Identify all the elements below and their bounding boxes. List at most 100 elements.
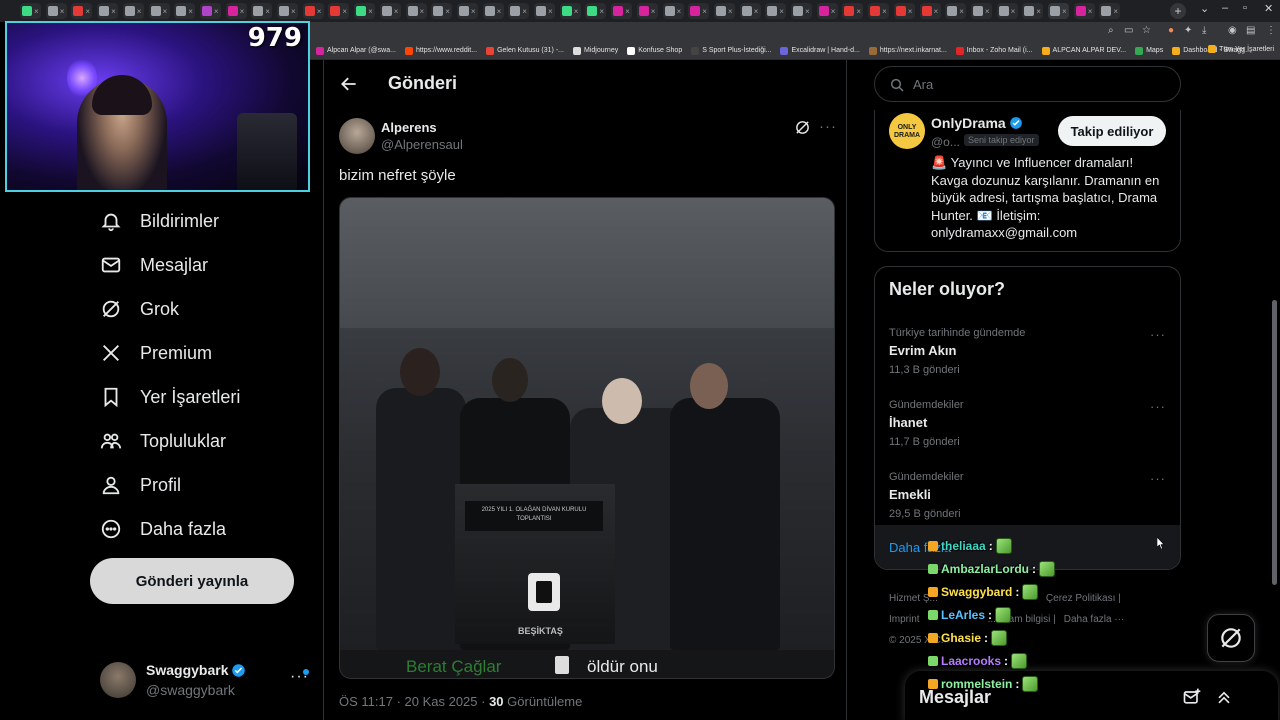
more-icon[interactable]: ··· [1150,327,1166,342]
close-tab-icon[interactable]: × [1062,7,1067,16]
browser-tab[interactable]: × [482,3,504,19]
extensions-icon[interactable]: ✦ [1184,25,1192,36]
browser-tab[interactable]: × [893,3,915,19]
zoom-icon[interactable]: ⌕ [1108,25,1114,36]
browser-tab[interactable]: × [1073,3,1095,19]
nav-item-profile[interactable]: Profil [100,470,181,500]
browser-tab[interactable]: × [122,3,144,19]
post-author-avatar[interactable] [339,118,375,154]
close-tab-icon[interactable]: × [265,7,270,16]
browser-tab[interactable]: × [842,3,864,19]
close-tab-icon[interactable]: × [599,7,604,16]
browser-tab[interactable]: × [765,3,787,19]
close-tab-icon[interactable]: × [908,7,913,16]
browser-tab[interactable]: × [636,3,658,19]
browser-tab[interactable]: × [97,3,119,19]
close-tab-icon[interactable]: × [291,7,296,16]
close-tab-icon[interactable]: × [959,7,964,16]
close-tab-icon[interactable]: × [882,7,887,16]
close-tab-icon[interactable]: × [1036,7,1041,16]
search-input[interactable] [913,67,1173,101]
bookmark[interactable]: Excalidraw | Hand-d... [780,46,860,55]
close-tab-icon[interactable]: × [163,7,168,16]
close-tab-icon[interactable]: × [1011,7,1016,16]
bookmark[interactable]: Gelen Kutusu (31) -... [486,46,564,55]
browser-tab[interactable]: × [71,3,93,19]
browser-tab[interactable]: × [225,3,247,19]
close-tab-icon[interactable]: × [522,7,527,16]
trend-item[interactable]: Türkiye tarihinde gündemde Evrim Akın 11… [875,327,1180,397]
downloads-icon[interactable]: ⤓ [1202,25,1206,36]
browser-menu-icon[interactable]: ⋮ [1266,25,1276,36]
bookmark[interactable]: Midjourney [572,46,618,55]
browser-tab[interactable]: × [713,3,735,19]
cast-icon[interactable]: ▭ [1124,25,1133,36]
browser-tab[interactable]: × [431,3,453,19]
grok-floating-button[interactable] [1207,614,1255,662]
nav-item-grok[interactable]: Grok [100,294,179,324]
close-tab-icon[interactable]: × [137,7,142,16]
post-video[interactable]: 2025 YILI 1. OLAĞAN DİVAN KURULU TOPLANT… [339,197,835,679]
browser-tab[interactable]: × [611,3,633,19]
browser-tab[interactable]: × [945,3,967,19]
close-tab-icon[interactable]: × [471,7,476,16]
browser-tab[interactable]: × [996,3,1018,19]
browser-tab[interactable]: × [970,3,992,19]
close-tab-icon[interactable]: × [934,7,939,16]
account-switcher[interactable]: Swaggybark @swaggybark ··· [100,660,310,700]
browser-tab[interactable]: × [174,3,196,19]
trend-item[interactable]: Gündemdekiler İhanet 11,7 B gönderi ··· [875,399,1180,469]
browser-tab[interactable]: × [662,3,684,19]
browser-tab[interactable]: × [688,3,710,19]
bookmark[interactable]: https://www.reddit... [404,46,477,55]
browser-tab[interactable]: × [1022,3,1044,19]
close-tab-icon[interactable]: × [1088,7,1093,16]
bookmark[interactable]: S Sport Plus-İstediği... [691,46,771,55]
browser-tab[interactable]: × [508,3,530,19]
close-tab-icon[interactable]: × [317,7,322,16]
browser-tab[interactable]: × [277,3,298,19]
browser-tab[interactable]: × [405,3,427,19]
nav-item-communities[interactable]: Topluluklar [100,426,226,456]
close-tab-icon[interactable]: × [111,7,116,16]
close-tab-icon[interactable]: × [548,7,553,16]
close-tab-icon[interactable]: × [342,7,347,16]
close-tab-icon[interactable]: × [60,7,65,16]
profile-name[interactable]: OnlyDrama [931,115,1023,131]
minimize-icon[interactable]: – [1222,2,1228,14]
avatar[interactable]: ONLY DRAMA [889,113,925,149]
browser-tab[interactable]: × [354,3,376,19]
page-scrollbar[interactable] [1272,300,1277,585]
browser-tab[interactable]: × [379,3,401,19]
maximize-icon[interactable]: ▫ [1243,2,1247,14]
browser-tab[interactable]: × [559,3,581,19]
close-tab-icon[interactable]: × [1113,7,1118,16]
views-count[interactable]: 30 [489,694,503,709]
close-tab-icon[interactable]: × [394,7,399,16]
browser-tab[interactable]: × [148,3,170,19]
close-tab-icon[interactable]: × [625,7,630,16]
browser-tab[interactable]: × [816,3,838,19]
bookmark[interactable]: Alpcan Alpar (@swa... [316,46,396,55]
nav-item-notifications[interactable]: Bildirimler [100,206,219,236]
close-tab-icon[interactable]: × [805,7,810,16]
post-button[interactable]: Gönderi yayınla [90,558,294,604]
bookmark[interactable]: Konfuse Shop [627,46,682,55]
bookmark[interactable]: https://next.inkarnat... [868,46,947,55]
browser-tab[interactable]: × [868,3,890,19]
bookmark[interactable]: Maps [1135,46,1163,55]
close-tab-icon[interactable]: × [368,7,373,16]
browser-tab[interactable]: × [1099,3,1121,19]
browser-tab[interactable]: × [45,3,67,19]
close-tab-icon[interactable]: × [856,7,861,16]
browser-tab[interactable]: × [328,3,350,19]
nav-item-more[interactable]: Daha fazla [100,514,226,544]
profile-icon[interactable]: ◉ [1228,25,1237,36]
post-author-name[interactable]: Alperens [381,120,437,135]
browser-tab[interactable]: × [919,3,941,19]
browser-tab[interactable]: × [199,3,221,19]
close-window-icon[interactable]: ✕ [1264,2,1273,15]
sidebar-icon[interactable]: ▤ [1246,25,1255,36]
post-author-handle[interactable]: @Alperensaul [381,137,463,152]
close-tab-icon[interactable]: × [728,7,733,16]
